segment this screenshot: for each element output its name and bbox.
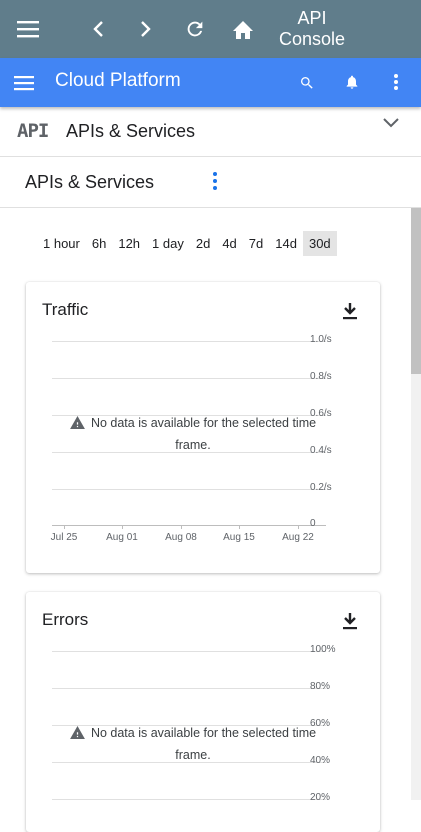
warning-icon [70, 725, 85, 745]
range-6h[interactable]: 6h [86, 231, 112, 256]
x-tick-label: Aug 08 [165, 532, 197, 543]
x-tick [239, 525, 240, 529]
y-tick-label: 1.0/s [310, 334, 332, 345]
app-bar: API Console [0, 0, 421, 58]
no-data-message: No data is available for the selected ti… [58, 723, 328, 765]
service-name: APIs & Services [66, 121, 196, 141]
gridline [52, 688, 326, 689]
more-vert-icon[interactable] [386, 69, 406, 95]
y-tick-label: 0.2/s [310, 482, 332, 493]
x-tick [122, 525, 123, 529]
warning-icon [70, 415, 85, 435]
range-12h[interactable]: 12h [112, 231, 146, 256]
api-logo-icon: API [17, 120, 49, 142]
section-header: APIs & Services [0, 157, 421, 208]
no-data-message: No data is available for the selected ti… [58, 413, 328, 455]
range-4d[interactable]: 4d [216, 231, 242, 256]
top-toolbar: Cloud Platform [0, 58, 421, 107]
traffic-chart-card: Traffic 1.0/s 0.8/s 0.6/s 0.4/s 0.2/s 0 … [26, 282, 380, 573]
time-range-selector: 1 hour 6h 12h 1 day 2d 4d 7d 14d 30d [37, 231, 337, 256]
chevron-down-icon[interactable] [382, 116, 400, 134]
more-vert-icon[interactable] [212, 171, 218, 196]
x-tick [64, 525, 65, 529]
y-tick-label: 100% [310, 644, 336, 655]
no-data-text: No data is available for the selected ti… [90, 726, 317, 762]
service-selector[interactable]: API APIs & Services [0, 107, 421, 157]
y-tick-label: 80% [310, 681, 331, 692]
menu-icon[interactable] [12, 14, 44, 44]
range-30d[interactable]: 30d [302, 231, 337, 256]
y-tick-label: 0 [310, 518, 316, 529]
app-title: API Console [278, 8, 346, 49]
x-tick-label: Aug 01 [106, 532, 138, 543]
download-icon[interactable] [342, 302, 358, 325]
no-data-text: No data is available for the selected ti… [90, 416, 317, 452]
x-tick [298, 525, 299, 529]
download-icon[interactable] [342, 612, 358, 635]
gridline [52, 651, 326, 652]
notifications-icon[interactable] [339, 69, 365, 95]
search-icon[interactable] [294, 70, 320, 96]
brand-title[interactable]: Cloud Platform [55, 70, 181, 92]
page-title: APIs & Services [25, 172, 155, 192]
range-1-hour[interactable]: 1 hour [37, 231, 86, 256]
back-icon[interactable] [84, 14, 112, 44]
scrollbar-thumb[interactable] [411, 208, 421, 374]
menu-icon[interactable] [10, 70, 38, 96]
range-7d[interactable]: 7d [243, 231, 269, 256]
home-icon[interactable] [228, 14, 258, 44]
y-tick-label: 20% [310, 792, 331, 803]
y-tick-label: 0.8/s [310, 371, 332, 382]
chart-title: Errors [42, 610, 89, 629]
x-tick-label: Aug 15 [223, 532, 255, 543]
x-tick [181, 525, 182, 529]
gridline [52, 378, 326, 379]
gridline [52, 341, 326, 342]
x-tick-label: Jul 25 [50, 532, 78, 543]
refresh-icon[interactable] [180, 14, 210, 44]
range-2d[interactable]: 2d [190, 231, 216, 256]
x-axis [52, 525, 326, 526]
range-1-day[interactable]: 1 day [146, 231, 190, 256]
forward-icon[interactable] [132, 14, 160, 44]
chart-title: Traffic [42, 300, 89, 319]
gridline [52, 489, 326, 490]
range-14d[interactable]: 14d [269, 231, 303, 256]
errors-chart-card: Errors 100% 80% 60% 40% 20% No data is a… [26, 592, 380, 832]
x-tick-label: Aug 22 [282, 532, 314, 543]
